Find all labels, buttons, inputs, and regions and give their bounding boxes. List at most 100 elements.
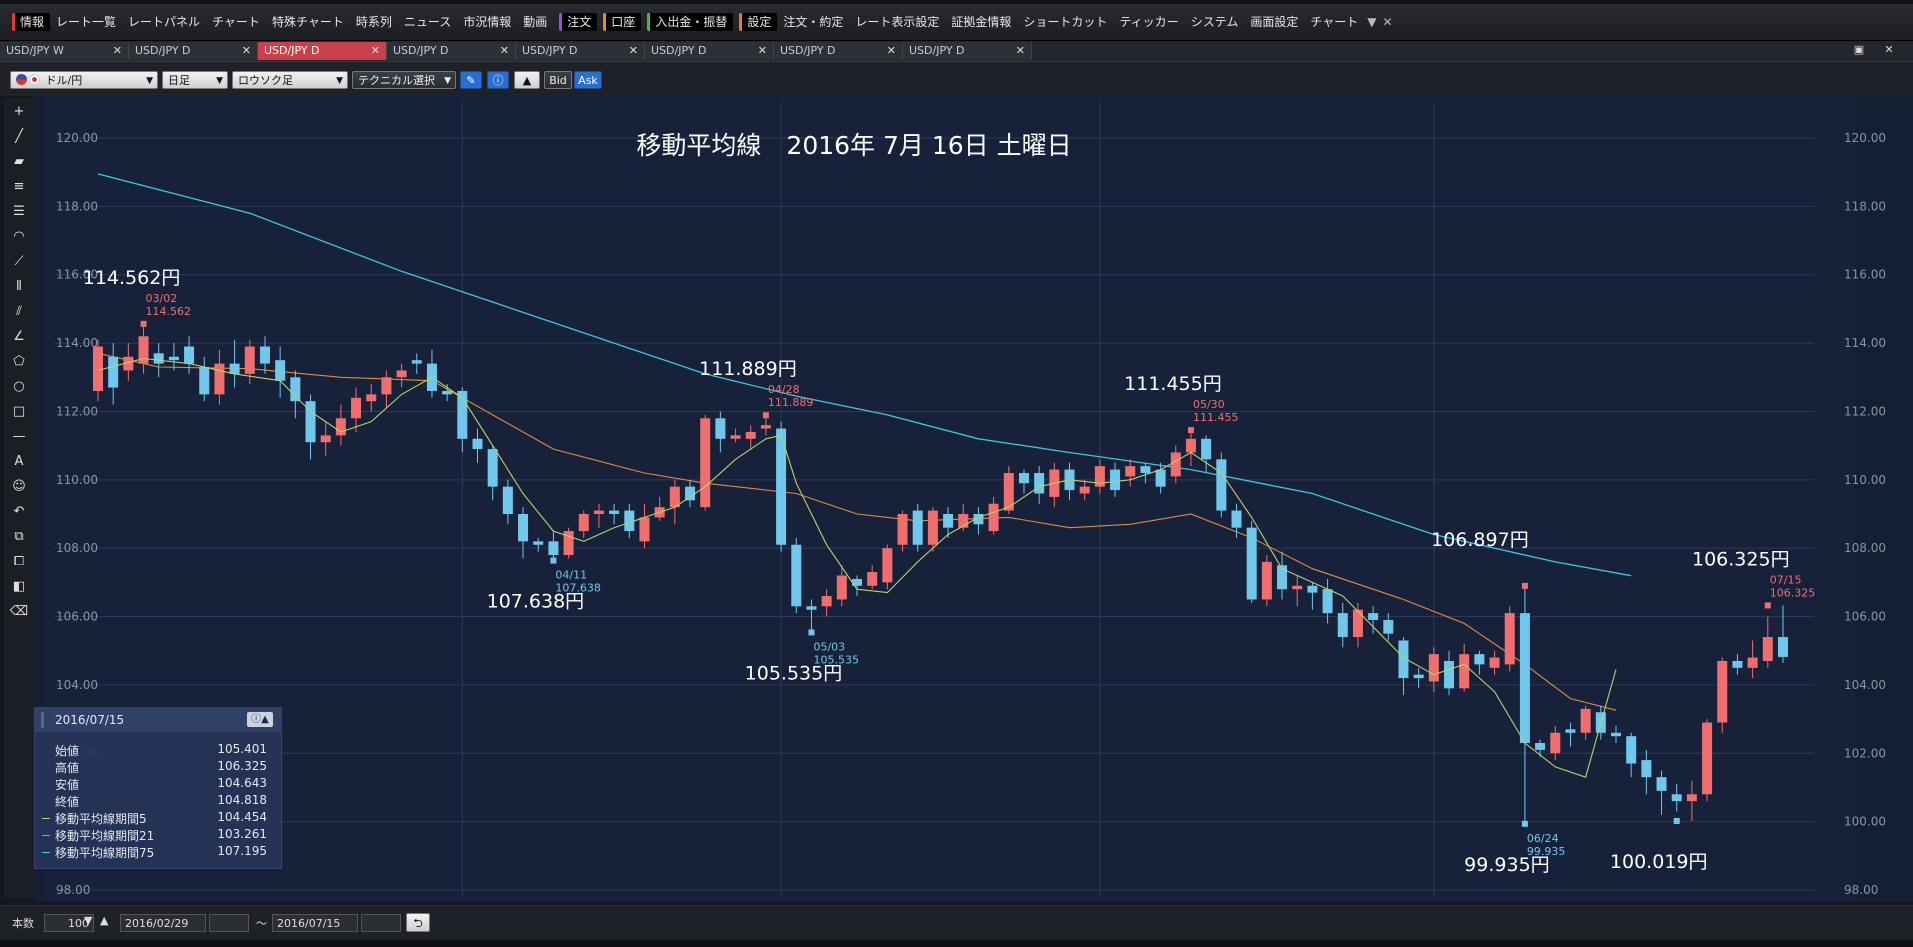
menu-item[interactable]: 口座	[603, 13, 642, 31]
close-tab-icon[interactable]: ✕	[887, 42, 896, 60]
reload-icon[interactable]: ⮌	[406, 913, 430, 932]
y-tick-label-right: 116.00	[1844, 268, 1886, 282]
channel-lines-icon[interactable]: ☰	[8, 202, 30, 222]
candle-body	[988, 503, 999, 532]
close-tab-icon[interactable]: ✕	[242, 42, 251, 60]
menu-item[interactable]: レート一覧	[50, 13, 122, 31]
close-tab-icon[interactable]: ✕	[629, 42, 638, 60]
text-icon[interactable]: A	[8, 452, 30, 472]
menu-item[interactable]: チャート	[206, 13, 266, 31]
y-tick-label-right: 120.00	[1844, 131, 1886, 145]
price-chart[interactable]: 120.00 120.00 118.00 118.00 116.00 116.00 114.…	[34, 96, 1913, 914]
menu-item[interactable]: ティッカー	[1113, 13, 1184, 31]
fibonacci-arc-icon[interactable]: ◠	[8, 227, 30, 247]
close-window-icon[interactable]: ✕	[1878, 43, 1900, 57]
menu-item[interactable]: 情報	[12, 13, 51, 31]
paste-icon[interactable]: ⧠	[8, 552, 30, 572]
menu-more-icon[interactable]: ▼	[1364, 13, 1379, 31]
pentagon-icon[interactable]: ⬠	[8, 352, 30, 372]
stepper-down-icon[interactable]: ▼	[84, 914, 92, 927]
trendline-icon[interactable]: ╱	[8, 127, 30, 147]
candle-body	[502, 486, 513, 514]
maximize-icon[interactable]: ▣	[1848, 43, 1870, 57]
copy-icon[interactable]: ⧉	[8, 527, 30, 547]
from-time-input[interactable]	[209, 914, 249, 932]
menu-item[interactable]: チャート	[1304, 13, 1364, 31]
chart-toolbar: ドル/円 ▼ 日足 ▼ ロウソク足 ▼ テクニカル選択 ▼ ✎ ⓘ ▲ Bid …	[0, 62, 1913, 96]
drag-handle-icon[interactable]	[41, 712, 44, 728]
currency-pair-select[interactable]: ドル/円 ▼	[10, 71, 158, 89]
callout-date: 06/24	[1527, 832, 1559, 845]
menu-item[interactable]: 時系列	[350, 13, 398, 31]
to-date-input[interactable]: 2016/07/15	[272, 914, 358, 932]
chart-tab[interactable]: USD/JPY D ✕	[387, 42, 516, 60]
chart-tab[interactable]: USD/JPY D ✕	[645, 42, 774, 60]
close-tab-icon[interactable]: ✕	[1016, 42, 1025, 60]
to-time-input[interactable]	[361, 914, 401, 932]
y-tick-label-right: 102.00	[1844, 746, 1886, 760]
emoji-icon[interactable]: ☺	[8, 477, 30, 497]
mountain-chart-icon[interactable]: ▲	[514, 71, 540, 89]
info-icon[interactable]: ⓘ	[487, 71, 509, 89]
from-date-input[interactable]: 2016/02/29	[120, 914, 206, 932]
bid-button[interactable]: Bid	[544, 71, 572, 89]
candle-body	[1489, 657, 1500, 668]
menu-item[interactable]: 設定	[739, 13, 778, 31]
candle-body	[1444, 660, 1455, 689]
menu-item[interactable]: 注文	[559, 13, 598, 31]
circle-icon[interactable]: ○	[8, 377, 30, 397]
menu-item[interactable]: ニュース	[398, 13, 457, 31]
chart-tab[interactable]: USD/JPY D ✕	[774, 42, 903, 60]
chart-tab[interactable]: USD/JPY D ✕	[516, 42, 645, 60]
info-toggle-button[interactable]: ⓘ▲	[247, 712, 273, 727]
menu-item[interactable]: 注文・約定	[777, 13, 849, 31]
pencil-icon[interactable]: ✎	[460, 71, 482, 89]
stepper-up-icon[interactable]: ▲	[100, 914, 108, 927]
candle-body	[927, 510, 938, 545]
menu-close-icon[interactable]: ✕	[1379, 13, 1395, 31]
candle-body	[244, 346, 255, 374]
menu-item[interactable]: レート表示設定	[849, 13, 945, 31]
close-tab-icon[interactable]: ✕	[758, 42, 767, 60]
close-tab-icon[interactable]: ✕	[500, 42, 509, 60]
currency-pair-label: ドル/円	[45, 74, 83, 87]
crosshair-icon[interactable]: +	[8, 102, 30, 122]
callout-price-label: 111.889円	[699, 358, 797, 380]
chart-tab[interactable]: USD/JPY D ✕	[903, 42, 1032, 60]
menu-item[interactable]: 動画	[517, 13, 553, 31]
horizontal-lines-icon[interactable]: ≡	[8, 177, 30, 197]
ask-button[interactable]: Ask	[574, 71, 602, 89]
menu-item[interactable]: 入出金・振替	[647, 13, 734, 31]
fan-lines-icon[interactable]: ⟋	[8, 252, 30, 272]
menu-item[interactable]: 市況情報	[457, 13, 517, 31]
chart-type-select[interactable]: ロウソク足 ▼	[232, 71, 348, 89]
line-icon[interactable]: —	[8, 427, 30, 447]
menu-item[interactable]: ショートカット	[1017, 13, 1113, 31]
rectangle-icon[interactable]: □	[8, 402, 30, 422]
eraser-icon[interactable]: ◧	[8, 577, 30, 597]
close-tab-icon[interactable]: ✕	[113, 42, 122, 60]
period-select[interactable]: 日足 ▼	[162, 71, 228, 89]
candle-body	[1368, 613, 1379, 620]
menu-item[interactable]: 画面設定	[1244, 13, 1304, 31]
menu-item[interactable]: レートパネル	[122, 13, 206, 31]
technical-select-button[interactable]: テクニカル選択 ▼	[352, 71, 456, 89]
close-tab-icon[interactable]: ✕	[371, 42, 380, 60]
delete-all-icon[interactable]: ⌫	[8, 602, 30, 622]
vertical-lines-icon[interactable]: ⦀	[8, 277, 30, 297]
undo-icon[interactable]: ↶	[8, 502, 30, 522]
chart-tab[interactable]: USD/JPY D ✕	[258, 42, 387, 60]
callout-price-label: 99.935円	[1464, 854, 1549, 876]
menu-item[interactable]: 証拠金情報	[945, 13, 1017, 31]
chart-tab[interactable]: USD/JPY D ✕	[129, 42, 258, 60]
y-tick-label-right: 104.00	[1844, 678, 1886, 692]
candle-body	[153, 353, 164, 364]
pitchfork-icon[interactable]: ⫽	[8, 302, 30, 322]
technical-select-label: テクニカル選択	[358, 74, 435, 87]
menu-item[interactable]: システム	[1185, 13, 1245, 31]
chart-tab[interactable]: USD/JPY W ✕	[0, 42, 129, 60]
candle-body	[867, 572, 878, 586]
menu-item[interactable]: 特殊チャート	[266, 13, 350, 31]
angle-icon[interactable]: ∠	[8, 327, 30, 347]
ruler-icon[interactable]: ▰	[8, 152, 30, 172]
